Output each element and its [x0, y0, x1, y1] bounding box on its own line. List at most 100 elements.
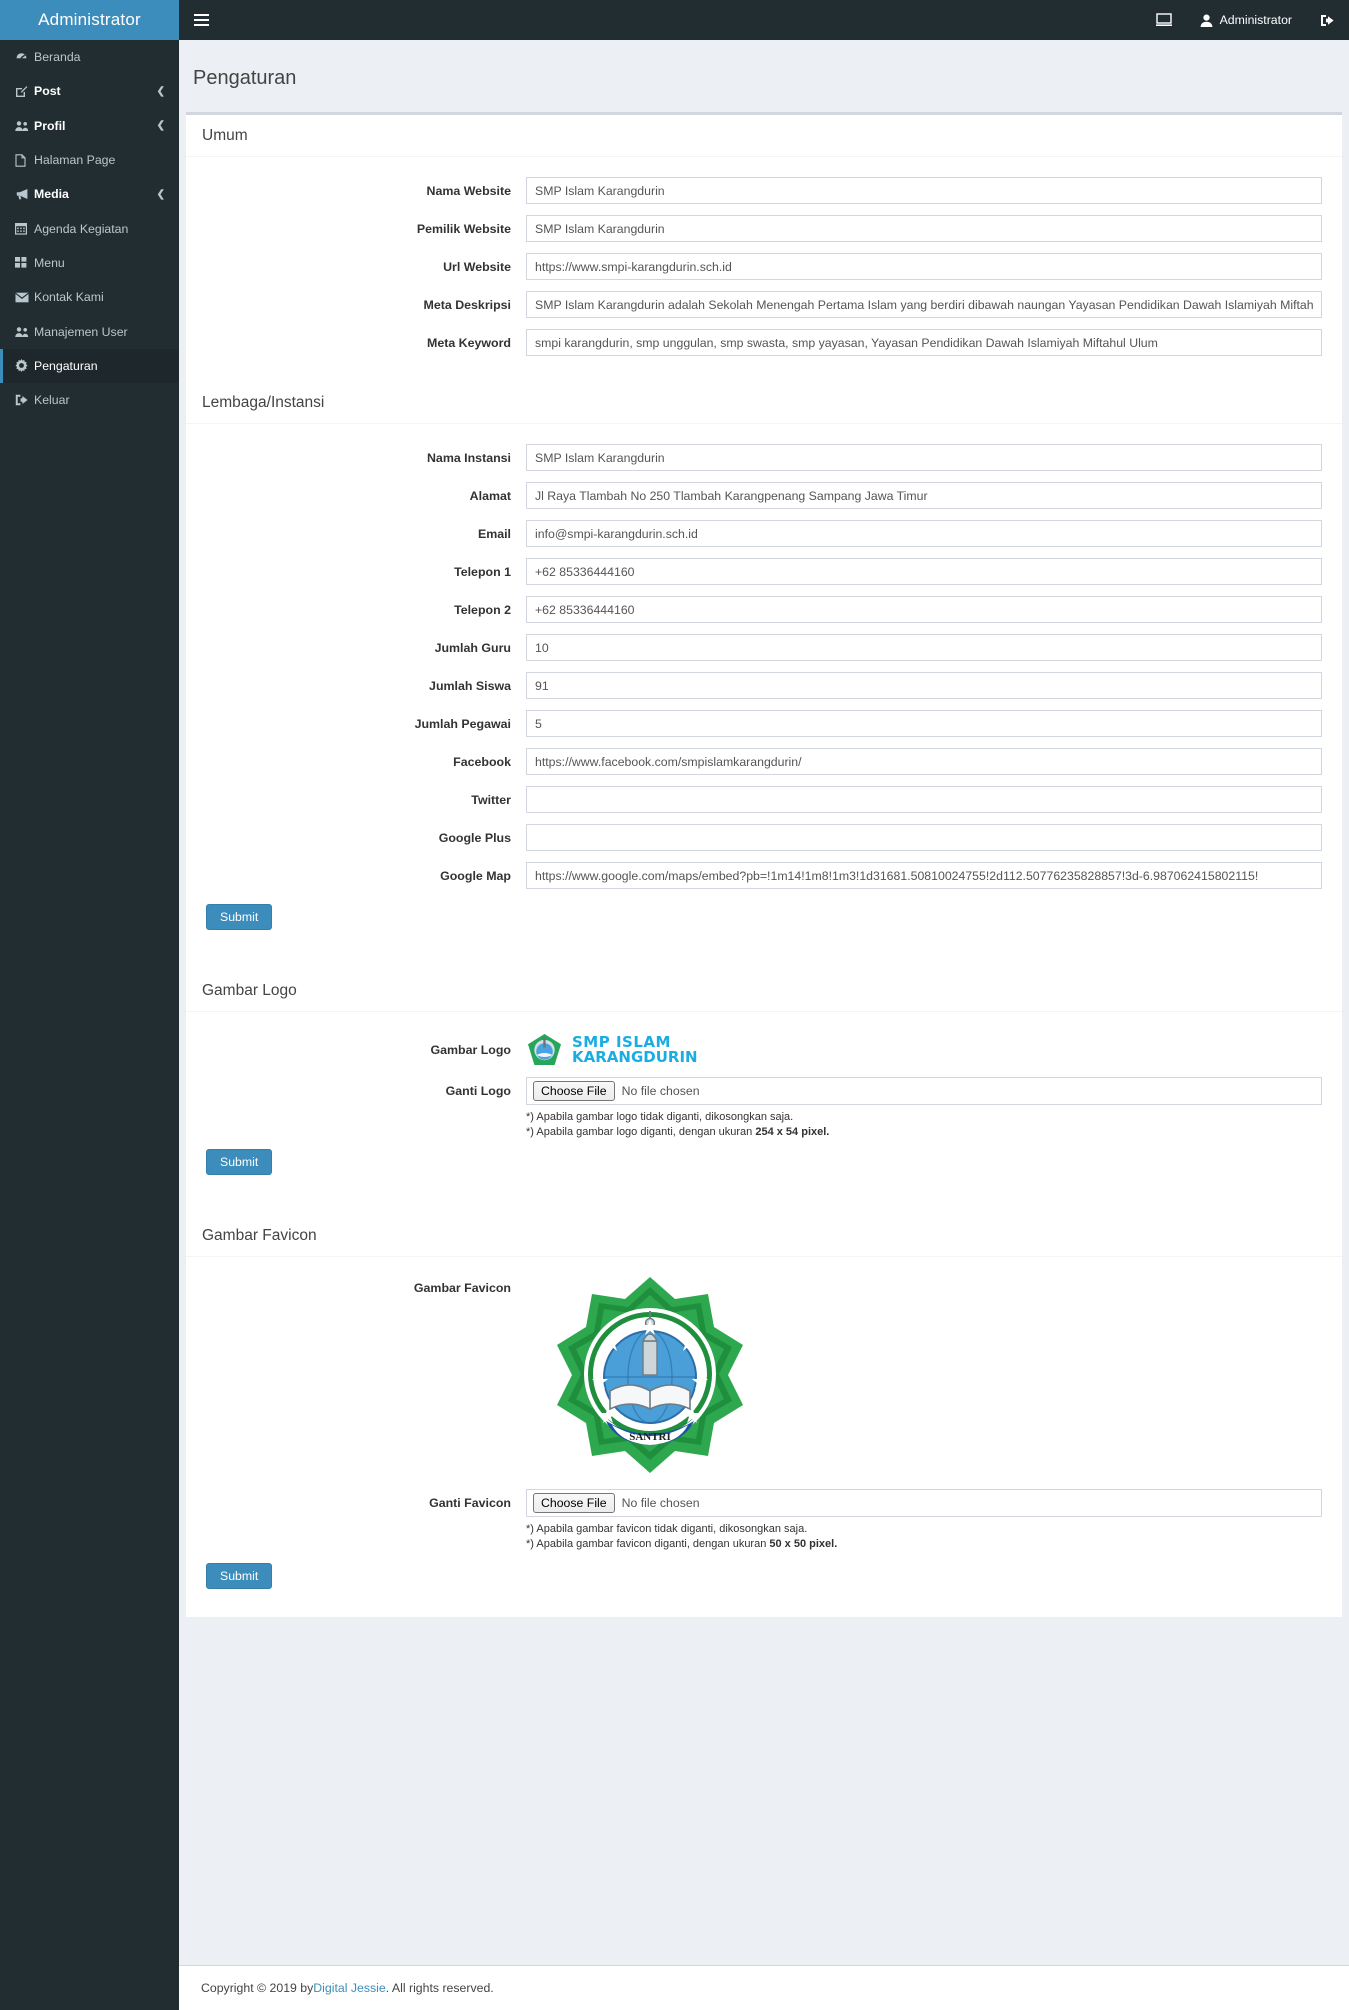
file-status-favicon: No file chosen [621, 1495, 700, 1510]
sidebar-item-label: Beranda [34, 50, 81, 65]
footer: Copyright © 2019 by Digital Jessie. All … [179, 1965, 1349, 2010]
input-pemilik-website[interactable] [526, 215, 1322, 243]
label-google-map: Google Map [440, 868, 511, 883]
sidebar-item-manajemen-user[interactable]: Manajemen User [0, 314, 179, 348]
choose-file-button-favicon[interactable]: Choose File [533, 1492, 615, 1513]
form-row: Twitter [186, 781, 1342, 819]
label-gambar-favicon: Gambar Favicon [413, 1280, 511, 1295]
input-telepon-2[interactable] [526, 596, 1322, 624]
label-ganti-logo: Ganti Logo [445, 1083, 511, 1098]
topbar-right-group: Administrator [1142, 0, 1349, 40]
form-row: Nama Instansi [186, 439, 1342, 477]
monitor-icon[interactable] [1142, 0, 1186, 40]
sign-out-icon [15, 394, 34, 406]
logo-hint-2: *) Apabila gambar logo diganti, dengan u… [526, 1126, 1322, 1138]
input-jumlah-guru[interactable] [526, 634, 1322, 662]
sidebar-item-label: Pengaturan [34, 358, 98, 373]
input-twitter[interactable] [526, 786, 1322, 814]
section-heading-lembaga: Lembaga/Instansi [186, 376, 1342, 424]
sidebar-item-agenda-kegiatan[interactable]: Agenda Kegiatan [0, 211, 179, 245]
label-pemilik-website: Pemilik Website [416, 221, 511, 236]
sidebar-nav: Beranda Post ❮ Profil ❮ Halaman Page Media ❮ Age… [0, 40, 179, 417]
top-navbar: Administrator [179, 0, 1349, 40]
grid-icon [15, 257, 34, 269]
sidebar-item-beranda[interactable]: Beranda [0, 40, 179, 74]
form-row: Jumlah Pegawai [186, 705, 1342, 743]
input-telepon-1[interactable] [526, 558, 1322, 586]
sidebar-item-label: Keluar [34, 393, 70, 408]
label-ganti-favicon: Ganti Favicon [429, 1495, 511, 1510]
sidebar-item-pengaturan[interactable]: Pengaturan [0, 348, 179, 383]
logo-file-input[interactable]: Choose File No file chosen [526, 1076, 1322, 1105]
form-row: Email [186, 515, 1342, 553]
favicon-file-input[interactable]: Choose File No file chosen [526, 1488, 1322, 1517]
label-jumlah-guru: Jumlah Guru [434, 640, 511, 655]
section-heading-logo: Gambar Logo [186, 964, 1342, 1012]
form-row: Telepon 1 [186, 553, 1342, 591]
section-heading-umum: Umum [186, 115, 1342, 157]
sidebar: Administrator Beranda Post ❮ Profil ❮ Halaman… [0, 0, 179, 2010]
submit-button-lembaga[interactable]: Submit [206, 903, 273, 930]
submit-button-favicon[interactable]: Submit [206, 1562, 273, 1589]
submit-button-logo[interactable]: Submit [206, 1148, 273, 1175]
form-row: Meta Keyword [186, 324, 1342, 362]
input-jumlah-siswa[interactable] [526, 672, 1322, 700]
input-meta-keyword[interactable] [526, 329, 1322, 357]
dashboard-icon [15, 51, 34, 64]
label-google-plus: Google Plus [438, 830, 511, 845]
sidebar-item-kontak-kami[interactable]: Kontak Kami [0, 280, 179, 314]
sidebar-item-post[interactable]: Post ❮ [0, 74, 179, 108]
sidebar-item-label: Menu [34, 255, 65, 270]
favicon-image: SANTRI [557, 1276, 743, 1473]
sign-out-icon[interactable] [1306, 0, 1349, 40]
input-google-plus[interactable] [526, 824, 1322, 852]
users-icon [15, 120, 34, 132]
user-menu[interactable]: Administrator [1186, 0, 1306, 40]
footer-link[interactable]: Digital Jessie [313, 1981, 385, 1995]
form-row: Jumlah Siswa [186, 667, 1342, 705]
hamburger-icon[interactable] [179, 0, 223, 40]
form-row: Pemilik Website [186, 210, 1342, 248]
choose-file-button-logo[interactable]: Choose File [533, 1080, 615, 1101]
label-meta-deskripsi: Meta Deskripsi [423, 297, 511, 312]
bullhorn-icon [15, 188, 34, 200]
envelope-icon [15, 292, 34, 303]
form-row: Alamat [186, 477, 1342, 515]
favicon-hint-2-size: 50 x 50 pixel. [769, 1537, 838, 1550]
input-google-map[interactable] [526, 862, 1322, 890]
label-jumlah-siswa: Jumlah Siswa [429, 678, 511, 693]
calendar-icon [15, 222, 34, 235]
form-row: Meta Deskripsi [186, 286, 1342, 324]
sidebar-item-label: Halaman Page [34, 153, 116, 168]
logo-wordmark: SMP ISLAM KARANGDURIN [572, 1034, 698, 1066]
file-icon [15, 153, 34, 167]
sidebar-item-keluar[interactable]: Keluar [0, 383, 179, 417]
sidebar-item-label: Profil [34, 118, 66, 133]
section-heading-favicon: Gambar Favicon [186, 1209, 1342, 1257]
footer-copy-suffix: . All rights reserved. [385, 1981, 494, 1995]
settings-panel: Umum Nama Website Pemilik Website Url Webs… [186, 111, 1342, 1617]
input-nama-instansi[interactable] [526, 444, 1322, 472]
input-facebook[interactable] [526, 748, 1322, 776]
form-row: Facebook [186, 743, 1342, 781]
form-row: Google Plus [186, 819, 1342, 857]
input-jumlah-pegawai[interactable] [526, 710, 1322, 738]
label-gambar-logo: Gambar Logo [430, 1042, 511, 1057]
logo-wordmark-line2: KARANGDURIN [572, 1047, 698, 1066]
form-row: Telepon 2 [186, 591, 1342, 629]
input-meta-deskripsi[interactable] [526, 291, 1322, 319]
input-alamat[interactable] [526, 482, 1322, 510]
avatar-icon [1200, 14, 1213, 27]
input-url-website[interactable] [526, 253, 1322, 281]
sidebar-item-profil[interactable]: Profil ❮ [0, 109, 179, 143]
label-nama-instansi: Nama Instansi [426, 450, 511, 465]
sidebar-item-menu[interactable]: Menu [0, 246, 179, 280]
sidebar-item-halaman-page[interactable]: Halaman Page [0, 143, 179, 177]
sidebar-item-media[interactable]: Media ❮ [0, 177, 179, 211]
label-url-website: Url Website [443, 259, 511, 274]
brand-logo[interactable]: Administrator [0, 0, 179, 40]
input-email[interactable] [526, 520, 1322, 548]
form-row: Url Website [186, 248, 1342, 286]
label-email: Email [477, 526, 511, 541]
input-nama-website[interactable] [526, 177, 1322, 205]
